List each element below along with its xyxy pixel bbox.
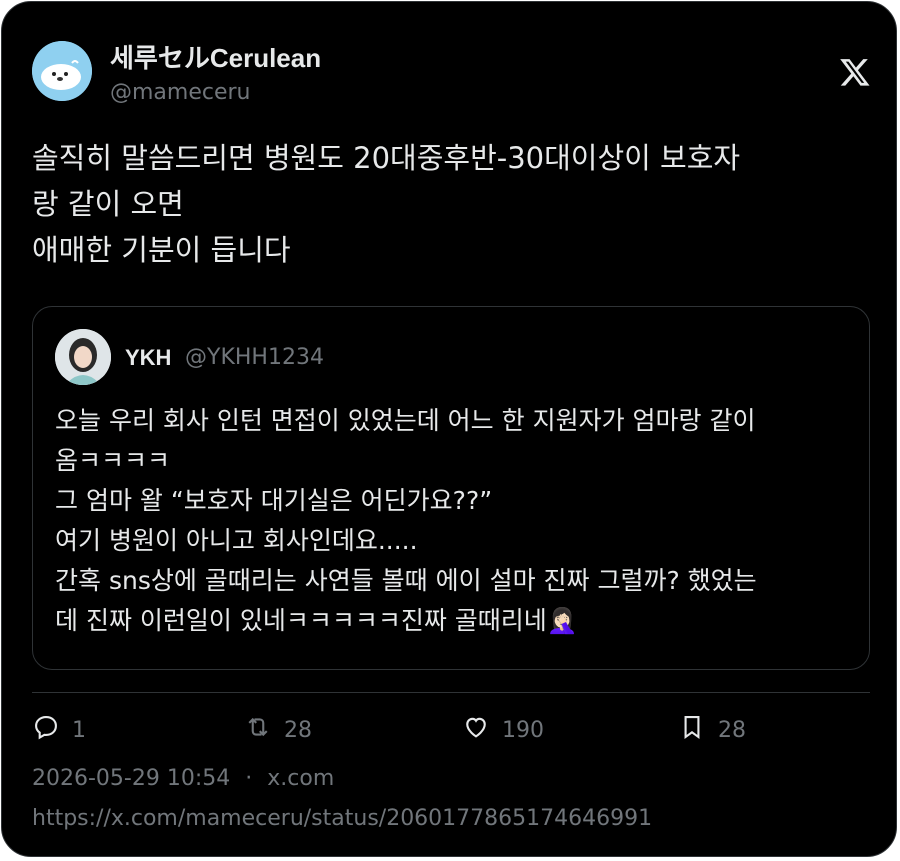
retweet-count: 28 <box>284 717 312 743</box>
meta-separator: · <box>245 766 253 791</box>
seal-avatar-icon[interactable] <box>32 41 92 101</box>
quoted-avatar[interactable] <box>55 329 111 385</box>
retweet-icon <box>244 713 272 747</box>
reply-count: 1 <box>72 717 86 743</box>
action-bar: 1 28 190 28 <box>32 710 870 750</box>
retweet-button[interactable]: 28 <box>244 710 312 750</box>
tweet-url[interactable]: https://x.com/mameceru/status/2060177865… <box>32 806 652 831</box>
reply-button[interactable]: 1 <box>32 710 86 750</box>
bookmark-button[interactable]: 28 <box>678 710 746 750</box>
quoted-display-name[interactable]: YKH <box>125 345 171 371</box>
reply-icon <box>32 713 60 747</box>
timestamp[interactable]: 2026-05-29 10:54 <box>32 766 230 791</box>
x-logo-icon[interactable] <box>838 56 872 88</box>
tweet-text: 솔직히 말씀드리면 병원도 20대중후반-30대이상이 보호자 랑 같이 오면 … <box>32 141 741 267</box>
bookmark-icon <box>678 713 706 747</box>
quoted-tweet[interactable]: YKH @YKHH1234 오늘 우리 회사 인턴 면접이 있었는데 어느 한 … <box>32 306 870 670</box>
author-display-name[interactable]: 세루セルCerulean <box>110 38 321 75</box>
source-link[interactable]: x.com <box>267 766 334 791</box>
tweet-card: 세루セルCerulean @mameceru 솔직히 말씀드리면 병원도 20대… <box>1 1 897 857</box>
like-count: 190 <box>502 717 544 743</box>
tweet-meta: 2026-05-29 10:54 · x.com <box>32 766 334 791</box>
quoted-tweet-text: 오늘 우리 회사 인턴 면접이 있었는데 어느 한 지원자가 엄마랑 같이 옴ㅋ… <box>55 406 757 635</box>
bookmark-count: 28 <box>718 717 746 743</box>
author-handle[interactable]: @mameceru <box>110 80 251 105</box>
like-button[interactable]: 190 <box>462 710 544 750</box>
heart-icon <box>462 713 490 747</box>
divider <box>32 692 870 693</box>
quoted-handle[interactable]: @YKHH1234 <box>185 345 324 370</box>
